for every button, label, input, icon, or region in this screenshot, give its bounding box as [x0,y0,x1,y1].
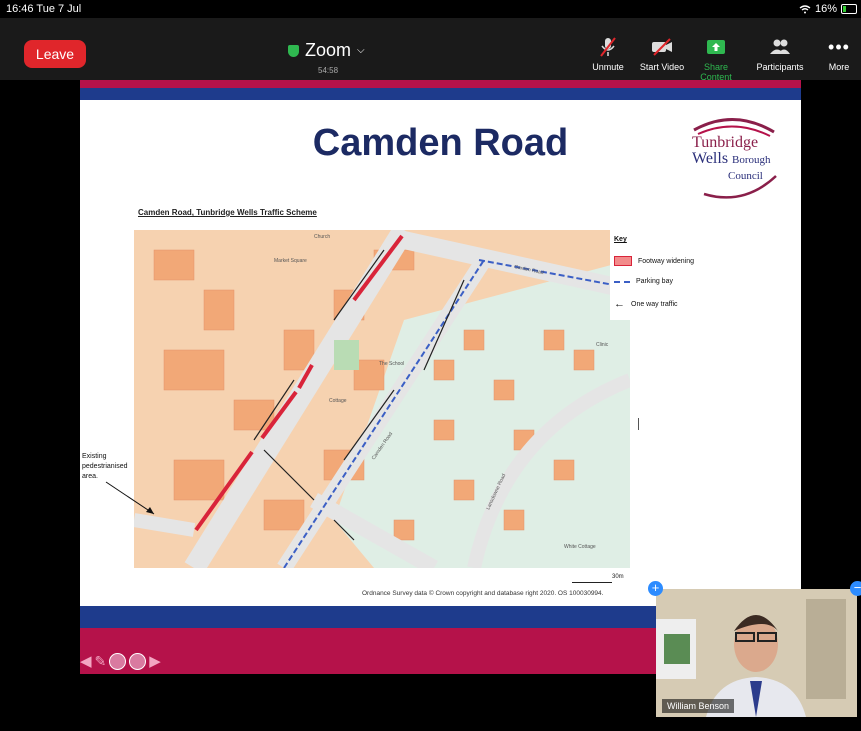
logo-line3: Council [728,170,763,182]
map-key: Key Footway widening Parking bay ← One w… [610,230,710,320]
map-label-market-square: Market Square [274,258,307,264]
share-content-label: Share Content [700,62,732,82]
arrow-left-icon: ← [614,298,625,310]
participants-icon [770,39,790,54]
participants-label: Participants [756,62,804,72]
key-title: Key [614,236,627,243]
collapse-video-button[interactable]: − [850,581,861,596]
map-label-cottage: Cottage [329,398,347,404]
pedestrian-pointer-arrow [105,481,155,515]
start-video-button[interactable]: Start Video [636,36,688,76]
menu-icon[interactable] [109,652,127,670]
slide-top-band-red [80,80,801,88]
status-bar: 16:46 Tue 7 Jul 16% [0,0,861,18]
map-label-school: The School [379,361,404,367]
start-video-label: Start Video [639,62,685,72]
next-slide-icon[interactable]: ▶ [149,652,161,670]
more-button[interactable]: ••• More [813,36,861,76]
unmute-label: Unmute [592,62,624,72]
microphone-muted-icon [600,37,616,57]
options-icon[interactable] [129,652,147,670]
video-off-icon [652,38,672,56]
participant-name: William Benson [662,699,735,713]
shared-screen: Camden Road Tunbridge Wells Borough Coun… [80,80,801,674]
key-item-parking: Parking bay [614,278,673,285]
parking-dash-icon [614,280,630,283]
map-label-white-cottage: White Cottage [564,544,596,550]
slide-divider [638,418,639,430]
pedestrianised-note: Existing pedestrianised area. [82,453,128,480]
council-logo: Tunbridge Wells Borough Council [684,114,784,200]
prev-slide-icon[interactable]: ◀ [80,652,92,670]
leave-button[interactable]: Leave [24,40,86,68]
map-credits: Ordnance Survey data © Crown copyright a… [362,590,604,597]
share-arrow-icon [707,40,725,54]
slide-top-band-blue [80,88,801,100]
map-label-clinic: Clinic [596,342,609,348]
annotation-toolbar: ◀ ✎ ▶ [80,652,161,670]
expand-video-button[interactable]: + [648,581,663,596]
key-item-oneway: ← One way traffic [614,298,678,310]
participants-button[interactable]: Participants [754,36,806,76]
battery-icon [841,4,857,14]
unmute-button[interactable]: Unmute [582,36,634,76]
wifi-icon [799,4,811,13]
presentation-slide: Camden Road Tunbridge Wells Borough Coun… [80,80,801,674]
more-dots-icon: ••• [828,36,850,57]
share-content-button[interactable]: Share Content [690,36,742,82]
logo-line2: Wells Borough [692,150,771,167]
scheme-map: Garden Road Market Square The School Cot… [134,230,630,568]
meeting-toolbar: Leave Zoom ⌵ 54:58 Unmute Start Video Sh… [0,18,861,82]
meeting-title-dropdown[interactable]: Zoom ⌵ [288,40,365,61]
shield-icon [288,44,299,57]
pen-icon[interactable]: ✎ [95,653,107,670]
more-label: More [828,62,850,72]
status-right: 16% [799,3,857,15]
meeting-timer: 54:58 [318,66,339,75]
battery-percent: 16% [814,3,837,15]
key-item-footway: Footway widening [614,256,694,266]
chevron-down-icon: ⌵ [357,45,365,56]
map-label-church: Church [314,234,330,240]
status-time: 16:46 Tue 7 Jul [6,3,82,15]
meeting-title: Zoom [305,40,352,60]
participant-video-frame [656,589,857,717]
participant-video[interactable]: William Benson [656,589,857,717]
map-graphic: Garden Road Market Square The School Cot… [134,230,630,568]
footway-swatch-icon [614,256,632,266]
map-caption: Camden Road, Tunbridge Wells Traffic Sch… [138,208,317,217]
